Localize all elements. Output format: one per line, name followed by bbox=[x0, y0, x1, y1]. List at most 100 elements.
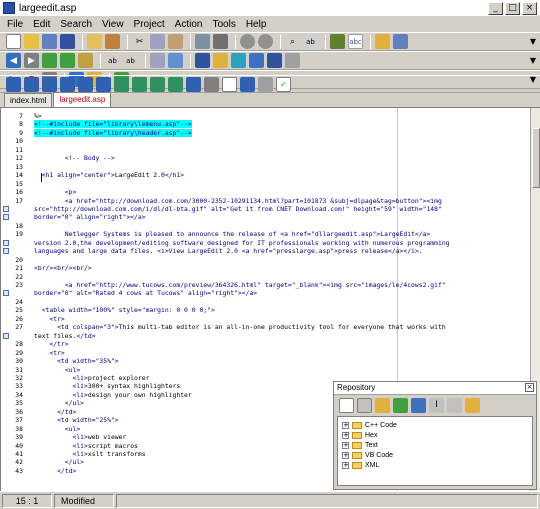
folder-icon[interactable] bbox=[213, 53, 228, 68]
line-number: 17 bbox=[15, 196, 23, 205]
checkbox-icon[interactable]: ✓ bbox=[276, 76, 291, 92]
repository-close-icon[interactable]: × bbox=[525, 383, 534, 392]
edit-icon[interactable] bbox=[42, 34, 57, 49]
print-doc-icon[interactable] bbox=[222, 76, 237, 92]
justify-icon[interactable] bbox=[78, 76, 93, 92]
repo-text-icon[interactable]: I bbox=[429, 397, 444, 413]
window-icon[interactable] bbox=[393, 34, 408, 49]
menu-search[interactable]: Search bbox=[55, 19, 97, 30]
grid-icon[interactable] bbox=[240, 76, 255, 92]
code-text: </ul> bbox=[34, 399, 84, 407]
folder-icon bbox=[352, 461, 362, 469]
save-all-icon[interactable] bbox=[105, 34, 120, 49]
repo-folder-icon[interactable] bbox=[375, 397, 390, 413]
menu-project[interactable]: Project bbox=[129, 19, 170, 30]
tab-largeedit-asp[interactable]: largeedit.asp bbox=[53, 92, 112, 107]
repo-edit-icon[interactable] bbox=[447, 397, 462, 413]
expand-icon[interactable]: + bbox=[342, 461, 349, 469]
tabify-icon[interactable] bbox=[132, 76, 147, 92]
toolbar-overflow-icon[interactable]: ▼ bbox=[530, 56, 536, 65]
tree-item[interactable]: + Text bbox=[342, 440, 378, 450]
bookmark-icon[interactable] bbox=[78, 53, 93, 68]
cut-icon[interactable]: ✂ bbox=[132, 34, 147, 49]
sort-icon[interactable] bbox=[186, 76, 201, 92]
toolbar-overflow-icon[interactable]: ▼ bbox=[530, 37, 536, 46]
forward-icon[interactable]: ▶ bbox=[24, 53, 39, 68]
open-project-icon[interactable] bbox=[87, 34, 102, 49]
properties-icon[interactable] bbox=[375, 34, 390, 49]
code-text: <li>design your own highlighter bbox=[34, 390, 192, 399]
comment-icon[interactable]: ab bbox=[105, 53, 120, 68]
menu-tools[interactable]: Tools bbox=[207, 19, 240, 30]
new-file-icon[interactable] bbox=[6, 34, 21, 49]
tree-item[interactable]: + Hex bbox=[342, 430, 377, 440]
spacing-icon[interactable] bbox=[258, 76, 273, 92]
code-text: <ul> bbox=[34, 366, 80, 374]
repo-copy-icon[interactable] bbox=[357, 397, 372, 413]
minimize-button[interactable]: _ bbox=[488, 2, 503, 15]
scrollbar-thumb[interactable] bbox=[532, 128, 540, 188]
print-preview-icon[interactable] bbox=[195, 34, 210, 49]
untabify-icon[interactable] bbox=[150, 76, 165, 92]
trim-icon[interactable] bbox=[168, 76, 183, 92]
spellcheck-icon[interactable]: abc bbox=[348, 34, 363, 49]
tree-item[interactable]: + C++ Code bbox=[342, 420, 397, 430]
menu-edit[interactable]: Edit bbox=[28, 19, 55, 30]
paste-icon[interactable] bbox=[168, 34, 183, 49]
expand-icon[interactable]: + bbox=[342, 421, 349, 429]
outdent-icon[interactable] bbox=[60, 53, 75, 68]
menu-file[interactable]: File bbox=[2, 19, 28, 30]
tool-icon[interactable] bbox=[285, 53, 300, 68]
back-icon[interactable]: ◀ bbox=[6, 53, 21, 68]
syntax-icon[interactable] bbox=[330, 34, 345, 49]
tree-item-label: Hex bbox=[365, 431, 378, 439]
repo-new-icon[interactable] bbox=[339, 397, 354, 413]
repo-options-icon[interactable] bbox=[465, 397, 480, 413]
uncomment-icon[interactable]: ab bbox=[123, 53, 138, 68]
line-number: 13 bbox=[15, 162, 23, 171]
print-icon[interactable] bbox=[213, 34, 228, 49]
align-left-icon[interactable] bbox=[24, 76, 39, 92]
columns-icon[interactable] bbox=[195, 53, 210, 68]
tree-item[interactable]: + VB Code bbox=[342, 450, 393, 460]
lowercase-icon[interactable] bbox=[114, 76, 129, 92]
copy-icon[interactable] bbox=[150, 34, 165, 49]
save-icon[interactable] bbox=[60, 34, 75, 49]
code-token: <!-- Body --> bbox=[34, 154, 115, 163]
replace-icon[interactable]: ab bbox=[303, 34, 318, 49]
line-number: 33 bbox=[15, 382, 23, 391]
tree-item[interactable]: + XML bbox=[342, 460, 379, 470]
line-number: 35 bbox=[15, 399, 23, 408]
browse-icon[interactable] bbox=[168, 53, 183, 68]
line-number: 34 bbox=[15, 390, 23, 399]
menu-view[interactable]: View bbox=[97, 19, 129, 30]
expand-icon[interactable]: + bbox=[342, 451, 349, 459]
align-right-icon[interactable] bbox=[60, 76, 75, 92]
menu-help[interactable]: Help bbox=[241, 19, 272, 30]
code-text: <!--#include file="library\header.asp"--… bbox=[34, 128, 192, 137]
tab-index-html[interactable]: index.html bbox=[4, 93, 53, 107]
list-icon[interactable] bbox=[267, 53, 282, 68]
menu-action[interactable]: Action bbox=[170, 19, 208, 30]
format-icon[interactable] bbox=[6, 76, 21, 92]
maximize-button[interactable]: □ bbox=[505, 2, 520, 15]
find-icon[interactable]: ⌕ bbox=[285, 34, 300, 49]
expand-icon[interactable]: + bbox=[342, 441, 349, 449]
panel-icon[interactable] bbox=[249, 53, 264, 68]
repo-add-icon[interactable] bbox=[393, 397, 408, 413]
close-button[interactable]: × bbox=[522, 2, 537, 15]
window-controls: _ □ × bbox=[488, 2, 537, 15]
open-folder-icon[interactable] bbox=[24, 34, 39, 49]
wrap-icon[interactable] bbox=[204, 76, 219, 92]
indent-icon[interactable] bbox=[42, 53, 57, 68]
repo-import-icon[interactable] bbox=[411, 397, 426, 413]
align-center-icon[interactable] bbox=[42, 76, 57, 92]
expand-icon[interactable]: + bbox=[342, 431, 349, 439]
window-tile-icon[interactable] bbox=[231, 53, 246, 68]
undo-icon[interactable] bbox=[240, 34, 255, 49]
compare-icon[interactable] bbox=[150, 53, 165, 68]
code-token: </td> bbox=[76, 331, 96, 340]
uppercase-icon[interactable] bbox=[96, 76, 111, 92]
redo-icon[interactable] bbox=[258, 34, 273, 49]
code-token: design your own highlighter bbox=[87, 390, 192, 399]
